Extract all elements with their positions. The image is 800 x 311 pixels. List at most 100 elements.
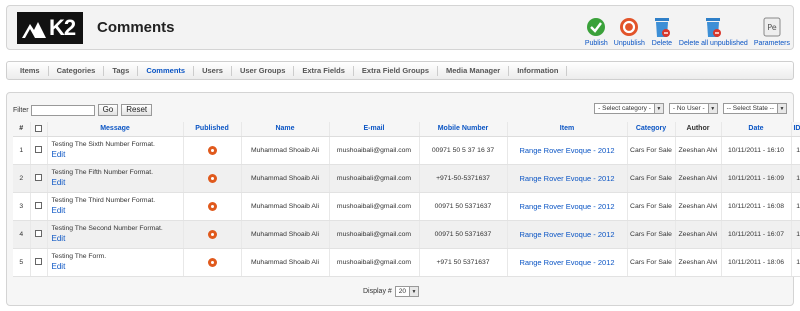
unpublish-button[interactable]: Unpublish bbox=[611, 11, 648, 47]
svg-text:Pe: Pe bbox=[767, 23, 777, 32]
tab-categories[interactable]: Categories bbox=[49, 65, 105, 76]
delete-all-unpublished-button[interactable]: Delete all unpublished bbox=[676, 11, 751, 47]
col-mobile[interactable]: Mobile Number bbox=[419, 122, 508, 137]
message-text: Testing The Third Number Format. bbox=[51, 197, 156, 204]
trash-icon bbox=[651, 16, 673, 38]
edit-link[interactable]: Edit bbox=[52, 234, 183, 244]
tab-comments[interactable]: Comments bbox=[138, 65, 195, 76]
row-checkbox[interactable] bbox=[35, 146, 42, 154]
filter-input[interactable] bbox=[30, 104, 95, 116]
row-checkbox[interactable] bbox=[35, 230, 42, 238]
tab-users[interactable]: Users bbox=[194, 65, 232, 76]
chevron-down-icon: ▼ bbox=[653, 104, 663, 113]
category-select-value: - Select category - bbox=[598, 105, 651, 112]
go-button[interactable]: Go bbox=[97, 104, 119, 116]
message-cell: Testing The Second Number Format. Edit bbox=[47, 220, 184, 249]
tab-media-manager[interactable]: Media Manager bbox=[438, 65, 510, 76]
row-select-cell bbox=[30, 136, 48, 165]
unpublish-label: Unpublish bbox=[613, 40, 645, 47]
email-cell: mushoaibali@gmail.com bbox=[329, 248, 420, 277]
row-checkbox[interactable] bbox=[35, 174, 42, 182]
publish-button[interactable]: Publish bbox=[582, 11, 611, 47]
toolbar: Publish Unpublish Delete Delete all unpu… bbox=[582, 11, 793, 47]
row-num: 1 bbox=[13, 136, 31, 165]
item-link[interactable]: Range Rover Evoque - 2012 bbox=[507, 192, 628, 221]
logo-text: K2 bbox=[49, 15, 76, 40]
item-link[interactable]: Range Rover Evoque - 2012 bbox=[507, 136, 628, 165]
published-toggle-icon[interactable] bbox=[207, 201, 217, 211]
header-panel: K2 Comments Publish Unpublish Delete Del bbox=[6, 5, 794, 50]
limit-select-value: 20 bbox=[398, 288, 407, 295]
user-select-value: - No User - bbox=[672, 105, 705, 112]
state-select[interactable]: -- Select State -- ▼ bbox=[722, 103, 787, 114]
published-toggle-icon[interactable] bbox=[207, 145, 217, 155]
row-select-cell bbox=[30, 192, 48, 221]
row-checkbox[interactable] bbox=[35, 258, 42, 266]
name-cell: Muhammad Shoaib Ali bbox=[241, 164, 330, 193]
row-select-cell bbox=[30, 248, 48, 277]
reset-button[interactable]: Reset bbox=[121, 104, 153, 116]
tab-extra-fields[interactable]: Extra Fields bbox=[294, 65, 354, 76]
id-cell: 15 bbox=[791, 164, 800, 193]
message-text: Testing The Form. bbox=[51, 253, 107, 260]
col-email[interactable]: E-mail bbox=[329, 122, 420, 137]
message-text: Testing The Sixth Number Format. bbox=[51, 141, 155, 148]
email-cell: mushoaibali@gmail.com bbox=[329, 136, 420, 165]
user-select[interactable]: - No User - ▼ bbox=[668, 103, 718, 114]
trash-all-icon bbox=[702, 16, 724, 38]
published-toggle-icon[interactable] bbox=[207, 257, 217, 267]
table-header-row: # Message Published Name E-mail Mobile N… bbox=[13, 122, 800, 137]
row-select-cell bbox=[30, 220, 48, 249]
k2-logo: K2 bbox=[17, 12, 83, 44]
message-cell: Testing The Third Number Format. Edit bbox=[47, 192, 184, 221]
mobile-cell: +971-50-5371637 bbox=[419, 164, 508, 193]
col-item[interactable]: Item bbox=[507, 122, 628, 137]
table-row: 1 Testing The Sixth Number Format. Edit Muh… bbox=[13, 136, 800, 165]
item-link[interactable]: Range Rover Evoque - 2012 bbox=[507, 220, 628, 249]
edit-link[interactable]: Edit bbox=[52, 206, 183, 216]
select-all-checkbox[interactable] bbox=[35, 125, 42, 133]
email-cell: mushoaibali@gmail.com bbox=[329, 164, 420, 193]
delete-button[interactable]: Delete bbox=[648, 11, 676, 47]
limit-select[interactable]: 20 ▼ bbox=[394, 286, 420, 297]
tab-extra-field-groups[interactable]: Extra Field Groups bbox=[354, 65, 439, 76]
parameters-label: Parameters bbox=[753, 40, 790, 47]
date-cell: 10/11/2011 - 18:06 bbox=[721, 248, 792, 277]
name-cell: Muhammad Shoaib Ali bbox=[241, 136, 330, 165]
message-cell: Testing The Form. Edit bbox=[47, 248, 184, 277]
display-label: Display # bbox=[363, 288, 392, 295]
published-cell bbox=[183, 164, 242, 193]
col-published[interactable]: Published bbox=[183, 122, 242, 137]
tab-tags[interactable]: Tags bbox=[104, 65, 139, 76]
tab-user-groups[interactable]: User Groups bbox=[232, 65, 295, 76]
id-label: ID bbox=[793, 125, 800, 133]
item-link[interactable]: Range Rover Evoque - 2012 bbox=[507, 164, 628, 193]
comments-panel: Filter Go Reset - Select category - ▼ - … bbox=[6, 92, 800, 306]
col-num: # bbox=[13, 122, 31, 137]
col-message[interactable]: Message bbox=[47, 122, 184, 137]
delete-all-unpublished-label: Delete all unpublished bbox=[678, 40, 748, 47]
tab-information[interactable]: Information bbox=[509, 65, 568, 76]
col-category[interactable]: Category bbox=[627, 122, 676, 137]
k2-logo-icon bbox=[22, 18, 46, 38]
item-link[interactable]: Range Rover Evoque - 2012 bbox=[507, 248, 628, 277]
filter-selects: - Select category - ▼ - No User - ▼ -- S… bbox=[589, 103, 787, 114]
parameters-button[interactable]: Pe Parameters bbox=[751, 11, 793, 47]
published-toggle-icon[interactable] bbox=[207, 173, 217, 183]
edit-link[interactable]: Edit bbox=[52, 150, 183, 160]
category-cell: Cars For Sale bbox=[627, 220, 676, 249]
row-num: 2 bbox=[13, 164, 31, 193]
edit-link[interactable]: Edit bbox=[52, 262, 183, 272]
published-cell bbox=[183, 220, 242, 249]
author-cell: Zeeshan Alvi bbox=[675, 192, 722, 221]
category-select[interactable]: - Select category - ▼ bbox=[594, 103, 664, 114]
published-toggle-icon[interactable] bbox=[207, 229, 217, 239]
date-cell: 10/11/2011 - 16:08 bbox=[721, 192, 792, 221]
col-date[interactable]: Date bbox=[721, 122, 792, 137]
col-id[interactable]: ID ≡ bbox=[791, 122, 800, 137]
edit-link[interactable]: Edit bbox=[52, 178, 183, 188]
tab-items[interactable]: Items bbox=[12, 65, 49, 76]
col-select-all bbox=[30, 122, 48, 137]
row-checkbox[interactable] bbox=[35, 202, 42, 210]
col-name[interactable]: Name bbox=[241, 122, 330, 137]
